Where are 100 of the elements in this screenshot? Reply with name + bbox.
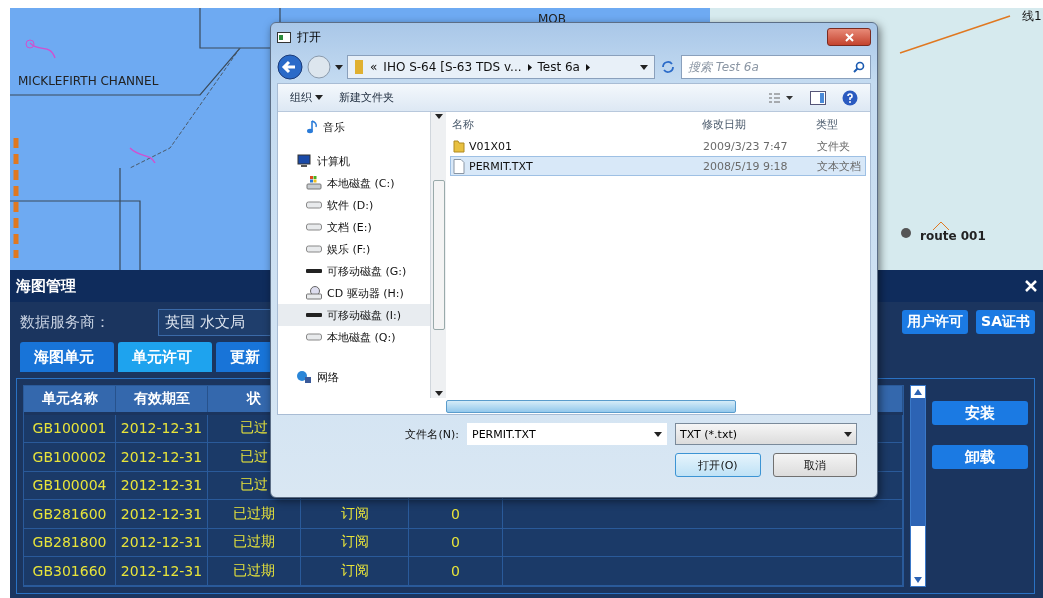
- caret-icon: [315, 95, 323, 100]
- table-cell: 2012-12-31: [116, 500, 208, 529]
- table-cell: 订阅: [301, 528, 409, 557]
- provider-label: 数据服务商：: [20, 312, 111, 332]
- navigation-item[interactable]: 娱乐 (F:): [278, 238, 430, 260]
- tab[interactable]: 海图单元: [20, 342, 114, 372]
- close-button[interactable]: [827, 28, 871, 46]
- dialog-button[interactable]: 取消: [773, 453, 857, 477]
- file-date: 2008/5/19 9:18: [702, 159, 789, 173]
- history-caret-icon: [335, 64, 343, 70]
- table-cell: GB100001: [24, 414, 116, 443]
- navigation-item[interactable]: 文档 (E:): [278, 216, 430, 238]
- search-field[interactable]: 搜索 Test 6a: [681, 55, 871, 79]
- breadcrumb-arrow-icon: [527, 63, 532, 71]
- breadcrumb-arrow-icon: [585, 63, 590, 71]
- table-cell: 订阅: [301, 557, 409, 586]
- file-date: 2009/3/23 7:47: [702, 139, 789, 153]
- window-icon: [277, 31, 291, 43]
- filename-label: 文件名(N):: [405, 426, 459, 442]
- scroll-down-icon: [434, 391, 443, 396]
- help-icon[interactable]: [842, 89, 858, 106]
- scrollbar-thumb[interactable]: [911, 398, 925, 526]
- table-cell: 订阅: [301, 500, 409, 529]
- table-cell: GB301660: [24, 557, 116, 586]
- navigation-item[interactable]: 软件 (D:): [278, 194, 430, 216]
- table-cell: GB100004: [24, 471, 116, 500]
- chart-label: route 001: [920, 229, 986, 243]
- chart-label: MICKLEFIRTH CHANNEL: [18, 74, 159, 88]
- dialog-button[interactable]: 打开(O): [675, 453, 761, 477]
- vertical-scrollbar[interactable]: [910, 385, 926, 587]
- removable-drive-icon: [306, 268, 322, 274]
- toolbar-button[interactable]: 新建文件夹: [339, 90, 394, 105]
- preview-pane-icon[interactable]: [810, 90, 826, 105]
- folder-icon: [453, 139, 465, 153]
- column-header[interactable]: 修改日期: [696, 116, 810, 132]
- table-cell: 2012-12-31: [116, 471, 208, 500]
- file-type-dropdown[interactable]: TXT (*.txt): [675, 423, 857, 445]
- table-cell: GB281600: [24, 500, 116, 529]
- cd-drive-icon: [306, 286, 322, 300]
- path-overflow[interactable]: «: [370, 60, 378, 74]
- address-bar[interactable]: « IHO S-64 [S-63 TDS v... Test 6a: [347, 55, 655, 79]
- table-cell: 已过期: [208, 528, 301, 557]
- panel-button[interactable]: SA证书: [976, 310, 1035, 334]
- navigation-item[interactable]: 可移动磁盘 (I:): [278, 304, 430, 326]
- chart-label: 线1: [1022, 8, 1042, 25]
- action-button[interactable]: 卸载: [932, 445, 1028, 469]
- file-name: V01X01: [469, 139, 513, 153]
- table-cell: 已过期: [208, 557, 301, 586]
- back-icon[interactable]: [277, 54, 303, 80]
- close-icon: [844, 32, 854, 42]
- dialog-title: 打开: [297, 28, 321, 46]
- scrollbar-thumb[interactable]: [432, 180, 445, 330]
- caret-icon: [654, 431, 662, 437]
- close-icon[interactable]: [1025, 280, 1037, 292]
- refresh-icon[interactable]: [659, 58, 677, 76]
- table-cell: 0: [409, 500, 503, 529]
- music-note-icon: [306, 120, 318, 134]
- file-row[interactable]: V01X01 2009/3/23 7:47 文件夹: [450, 136, 866, 156]
- toolbar-button[interactable]: 组织: [290, 90, 323, 105]
- table-cell: 2012-12-31: [116, 528, 208, 557]
- filename-field[interactable]: PERMIT.TXT: [467, 423, 667, 445]
- drive-icon: [306, 201, 322, 209]
- panel-button[interactable]: 用户许可: [902, 310, 969, 334]
- navigation-item[interactable]: 本地磁盘 (C:): [278, 172, 430, 194]
- column-header[interactable]: 名称: [446, 116, 696, 132]
- folder-icon: [354, 59, 364, 75]
- caret-icon: [640, 64, 648, 70]
- drive-icon: [306, 223, 322, 231]
- drive-icon: [306, 245, 322, 253]
- file-row[interactable]: PERMIT.TXT 2008/5/19 9:18 文本文档: [450, 156, 866, 176]
- scrollbar-thumb[interactable]: [446, 399, 736, 413]
- breadcrumb[interactable]: Test 6a: [537, 60, 580, 74]
- table-cell: 0: [409, 528, 503, 557]
- file-type: 文本文档: [816, 158, 862, 174]
- column-header: 有效期至: [116, 386, 208, 412]
- search-icon: [853, 61, 865, 73]
- document-icon: [453, 158, 465, 174]
- table-cell: GB281800: [24, 528, 116, 557]
- scroll-up-icon: [434, 114, 443, 119]
- table-cell: GB100002: [24, 443, 116, 472]
- caret-icon: [844, 431, 852, 437]
- navigation-item[interactable]: 计算机: [278, 150, 430, 172]
- removable-drive-icon: [306, 312, 322, 318]
- file-name: PERMIT.TXT: [469, 159, 533, 173]
- table-cell: 2012-12-31: [116, 557, 208, 586]
- breadcrumb[interactable]: IHO S-64 [S-63 TDS v...: [383, 60, 522, 74]
- column-header: 单元名称: [24, 386, 116, 412]
- column-header[interactable]: 类型: [810, 116, 870, 132]
- panel-title: 海图管理: [16, 276, 76, 296]
- navigation-item[interactable]: CD 驱动器 (H:): [278, 282, 430, 304]
- table-cell: 2012-12-31: [116, 443, 208, 472]
- system-drive-icon: [306, 176, 322, 190]
- file-type: 文件夹: [816, 138, 851, 154]
- table-cell: 已过期: [208, 500, 301, 529]
- navigation-item[interactable]: 音乐: [278, 116, 430, 138]
- table-cell: 2012-12-31: [116, 414, 208, 443]
- network-icon: [296, 370, 312, 384]
- view-list-icon[interactable]: [768, 91, 794, 104]
- navigation-item[interactable]: 可移动磁盘 (G:): [278, 260, 430, 282]
- action-button[interactable]: 安装: [932, 401, 1028, 425]
